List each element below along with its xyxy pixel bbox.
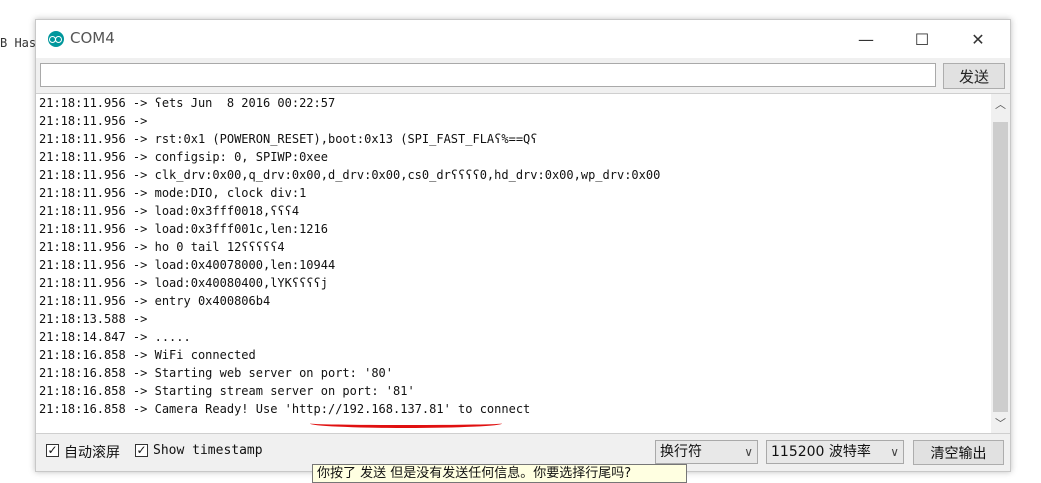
log-line: 21:18:16.858 -> Starting web server on p… xyxy=(39,366,394,380)
send-input[interactable] xyxy=(40,63,936,87)
background-window-text: B Has xyxy=(0,36,37,50)
close-button[interactable]: ✕ xyxy=(950,20,1006,58)
window-title: COM4 xyxy=(70,29,115,47)
log-line: 21:18:11.956 -> xyxy=(39,114,148,128)
tooltip: 你按了 发送 但是没有发送任何信息。你要选择行尾吗? xyxy=(312,464,687,483)
arduino-app-icon xyxy=(48,31,64,47)
vertical-scrollbar[interactable]: ︿ ﹀ xyxy=(991,94,1010,433)
timestamp-checkbox[interactable]: ✓ xyxy=(135,444,148,457)
log-line: 21:18:11.956 -> ʕets Jun 8 2016 00:22:57 xyxy=(39,96,336,110)
baud-rate-select[interactable]: 115200 波特率 ∨ xyxy=(766,440,904,464)
chevron-down-icon: ∨ xyxy=(744,445,753,459)
log-line: 21:18:11.956 -> mode:DIO, clock div:1 xyxy=(39,186,307,200)
send-row: 发送 xyxy=(40,63,1005,89)
minimize-button[interactable]: — xyxy=(838,20,894,58)
scroll-up-icon[interactable]: ︿ xyxy=(991,94,1010,114)
log-line: 21:18:11.956 -> configsip: 0, SPIWP:0xee xyxy=(39,150,328,164)
serial-output-console[interactable]: 21:18:11.956 -> ʕets Jun 8 2016 00:22:57… xyxy=(36,93,1010,434)
baud-rate-value: 115200 波特率 xyxy=(771,444,871,460)
line-ending-select[interactable]: 换行符 ∨ xyxy=(655,440,758,464)
timestamp-label: Show timestamp xyxy=(153,443,263,458)
red-underline-annotation xyxy=(310,419,502,428)
scroll-down-icon[interactable]: ﹀ xyxy=(991,413,1010,433)
log-line: 21:18:11.956 -> load:0x3fff0018,ʕʕʕ4 xyxy=(39,204,300,218)
log-line: 21:18:11.956 -> ho 0 tail 12ʕʕʕʕʕ4 xyxy=(39,240,285,254)
chevron-down-icon: ∨ xyxy=(890,445,899,459)
scroll-thumb[interactable] xyxy=(993,122,1008,412)
serial-log: 21:18:11.956 -> ʕets Jun 8 2016 00:22:57… xyxy=(39,94,660,418)
serial-monitor-window: COM4 — ☐ ✕ 发送 21:18:11.956 -> ʕets Jun 8… xyxy=(35,19,1011,472)
line-ending-value: 换行符 xyxy=(660,444,702,460)
log-line: 21:18:16.858 -> Camera Ready! Use 'http:… xyxy=(39,402,531,416)
log-line: 21:18:13.588 -> xyxy=(39,312,148,326)
log-line: 21:18:16.858 -> Starting stream server o… xyxy=(39,384,415,398)
log-line: 21:18:11.956 -> clk_drv:0x00,q_drv:0x00,… xyxy=(39,168,661,182)
autoscroll-checkbox[interactable]: ✓ xyxy=(46,444,59,457)
log-line: 21:18:11.956 -> load:0x3fff001c,len:1216 xyxy=(39,222,328,236)
title-bar: COM4 — ☐ ✕ xyxy=(36,20,1010,58)
log-line: 21:18:11.956 -> entry 0x400806b4 xyxy=(39,294,271,308)
clear-output-button[interactable]: 清空输出 xyxy=(913,440,1004,465)
autoscroll-label: 自动滚屏 xyxy=(64,445,120,461)
log-line: 21:18:16.858 -> WiFi connected xyxy=(39,348,256,362)
log-line: 21:18:14.847 -> ..... xyxy=(39,330,191,344)
log-line: 21:18:11.956 -> load:0x40078000,len:1094… xyxy=(39,258,336,272)
log-line: 21:18:11.956 -> load:0x40080400,lYKʕʕʕʕj xyxy=(39,276,328,290)
maximize-button[interactable]: ☐ xyxy=(894,20,950,58)
send-button[interactable]: 发送 xyxy=(943,63,1005,89)
log-line: 21:18:11.956 -> rst:0x1 (POWERON_RESET),… xyxy=(39,132,538,146)
